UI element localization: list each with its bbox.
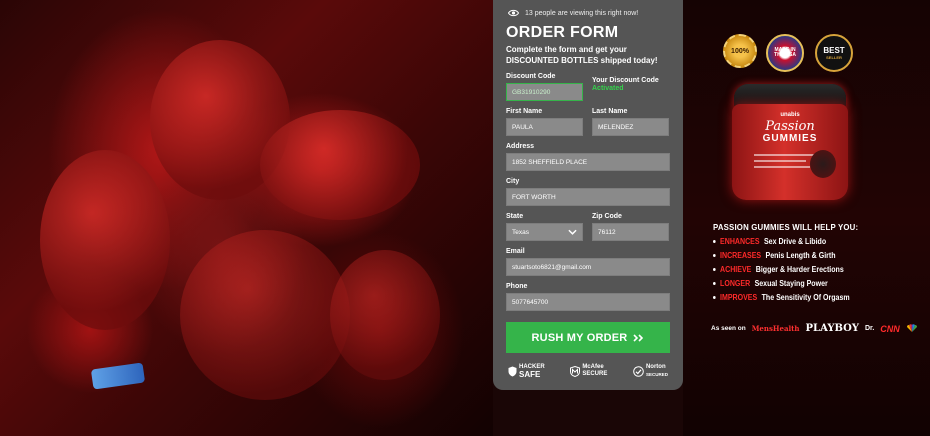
viewers-notice: 13 people are viewing this right now! xyxy=(508,9,670,17)
discount-status-label: Your Discount Code xyxy=(592,77,659,84)
bullet-icon xyxy=(713,268,716,271)
discount-status: Your Discount Code Activated xyxy=(592,77,659,101)
mcafee-badge: McAfee SECURE xyxy=(570,364,607,378)
trust-seals: 100% MADE IN THE USA BEST SELLER xyxy=(717,34,857,78)
benefit-highlight: IMPROVES xyxy=(720,293,758,302)
hero-image xyxy=(0,0,493,436)
norton-top: Norton xyxy=(645,364,666,370)
checkmark-icon xyxy=(633,365,644,377)
jar-photo xyxy=(810,150,836,178)
state-label: State xyxy=(506,213,524,220)
norton-badge: Norton SECURED xyxy=(633,364,668,378)
bullet-icon xyxy=(713,296,716,299)
best-seal-sub: SELLER xyxy=(826,55,842,60)
email-input[interactable]: stuartsoto6821@gmail.com xyxy=(506,258,670,276)
jar-label: unabis Passion GUMMIES xyxy=(732,104,848,200)
order-form: 13 people are viewing this right now! OR… xyxy=(493,0,683,390)
eye-icon xyxy=(508,9,519,17)
nbc-peacock-icon xyxy=(906,324,917,332)
state-select[interactable]: Texas xyxy=(506,223,583,241)
subtitle-line-2: DISCOUNTED BOTTLES shipped today! xyxy=(506,56,658,65)
satisfaction-seal-text: 100% xyxy=(731,47,749,55)
double-arrow-icon xyxy=(633,333,644,342)
playboy-logo: PLAYBOY xyxy=(805,323,859,334)
benefit-text: Sexual Staying Power xyxy=(754,279,828,288)
made-in-usa-seal: MADE IN THE USA xyxy=(766,34,804,72)
zip-label: Zip Code xyxy=(592,213,622,220)
norton-bottom: SECURED xyxy=(645,372,668,377)
product-image: unabis Passion GUMMIES xyxy=(726,84,854,202)
benefit-item: ENHANCES Sex Drive & Libido xyxy=(713,237,898,246)
hacker-safe-badge: HACKER SAFE xyxy=(508,364,545,379)
benefit-highlight: ENHANCES xyxy=(720,237,760,246)
best-seller-seal: BEST SELLER xyxy=(815,34,853,72)
product-name: Passion xyxy=(765,119,815,134)
city-input[interactable]: FORT WORTH xyxy=(506,188,670,206)
bullet-icon xyxy=(713,282,716,285)
product-brand: unabis xyxy=(780,112,800,118)
benefit-item: ACHIEVE Bigger & Harder Erections xyxy=(713,265,898,274)
benefits-title: PASSION GUMMIES WILL HELP YOU: xyxy=(713,222,859,232)
city-label: City xyxy=(506,178,520,185)
benefit-highlight: LONGER xyxy=(720,279,751,288)
address-input[interactable]: 1852 SHEFFIELD PLACE xyxy=(506,153,670,171)
zip-code-input[interactable]: 76112 xyxy=(592,223,669,241)
email-label: Email xyxy=(506,248,525,255)
menshealth-logo: MensHealth xyxy=(751,324,800,333)
rush-order-label: RUSH MY ORDER xyxy=(531,331,628,344)
chevron-down-icon xyxy=(568,229,577,235)
benefit-highlight: ACHIEVE xyxy=(720,265,752,274)
benefit-item: IMPROVES The Sensitivity Of Orgasm xyxy=(713,293,898,302)
viewers-text: 13 people are viewing this right now! xyxy=(525,9,639,17)
phone-input[interactable]: 5077645700 xyxy=(506,293,670,311)
state-value: Texas xyxy=(512,228,529,236)
subtitle-line-1: Complete the form and get your xyxy=(506,45,627,54)
address-label: Address xyxy=(506,143,535,150)
usa-seal-text: MADE IN THE USA xyxy=(774,47,796,58)
mcafee-shield-icon xyxy=(570,365,581,377)
form-subtitle: Complete the form and get your DISCOUNTE… xyxy=(506,44,670,66)
satisfaction-seal: 100% xyxy=(723,34,757,68)
last-name-input[interactable]: MELENDEZ xyxy=(592,118,669,136)
phone-label: Phone xyxy=(506,283,528,290)
as-seen-on-label: As seen on xyxy=(711,325,746,332)
benefit-text: Bigger & Harder Erections xyxy=(755,265,844,274)
bullet-icon xyxy=(713,254,716,257)
discount-label: Discount Code xyxy=(506,73,556,80)
mcafee-top: McAfee xyxy=(582,364,604,370)
product-type: GUMMIES xyxy=(762,133,818,144)
bullet-icon xyxy=(713,240,716,243)
rush-order-button[interactable]: RUSH MY ORDER xyxy=(506,322,670,353)
hacker-safe-bottom: SAFE xyxy=(519,370,541,379)
dr-oz-logo: Dr. xyxy=(864,325,875,332)
form-title: ORDER FORM xyxy=(506,24,619,41)
cnn-logo: CNN xyxy=(880,323,900,334)
security-badges: HACKER SAFE McAfee SECURE Norton SECURED xyxy=(506,364,670,379)
mcafee-bottom: SECURE xyxy=(582,371,608,377)
discount-status-value: Activated xyxy=(592,85,624,92)
as-seen-on-bar: As seen on MensHealth PLAYBOY Dr. CNN xyxy=(711,323,925,334)
last-name-label: Last Name xyxy=(592,108,628,115)
benefit-text: The Sensitivity Of Orgasm xyxy=(761,293,850,302)
benefit-highlight: INCREASES xyxy=(720,251,762,260)
benefits-list: PASSION GUMMIES WILL HELP YOU: ENHANCES … xyxy=(713,222,923,302)
benefit-text: Sex Drive & Libido xyxy=(763,237,827,246)
shield-icon xyxy=(508,366,517,376)
benefit-text: Penis Length & Girth xyxy=(765,251,836,260)
first-name-input[interactable]: PAULA xyxy=(506,118,583,136)
best-seal-text: BEST xyxy=(823,46,845,55)
discount-code-input[interactable]: GB31910290 xyxy=(506,83,583,101)
first-name-label: First Name xyxy=(506,108,543,115)
benefit-item: LONGER Sexual Staying Power xyxy=(713,279,898,288)
benefit-item: INCREASES Penis Length & Girth xyxy=(713,251,898,260)
